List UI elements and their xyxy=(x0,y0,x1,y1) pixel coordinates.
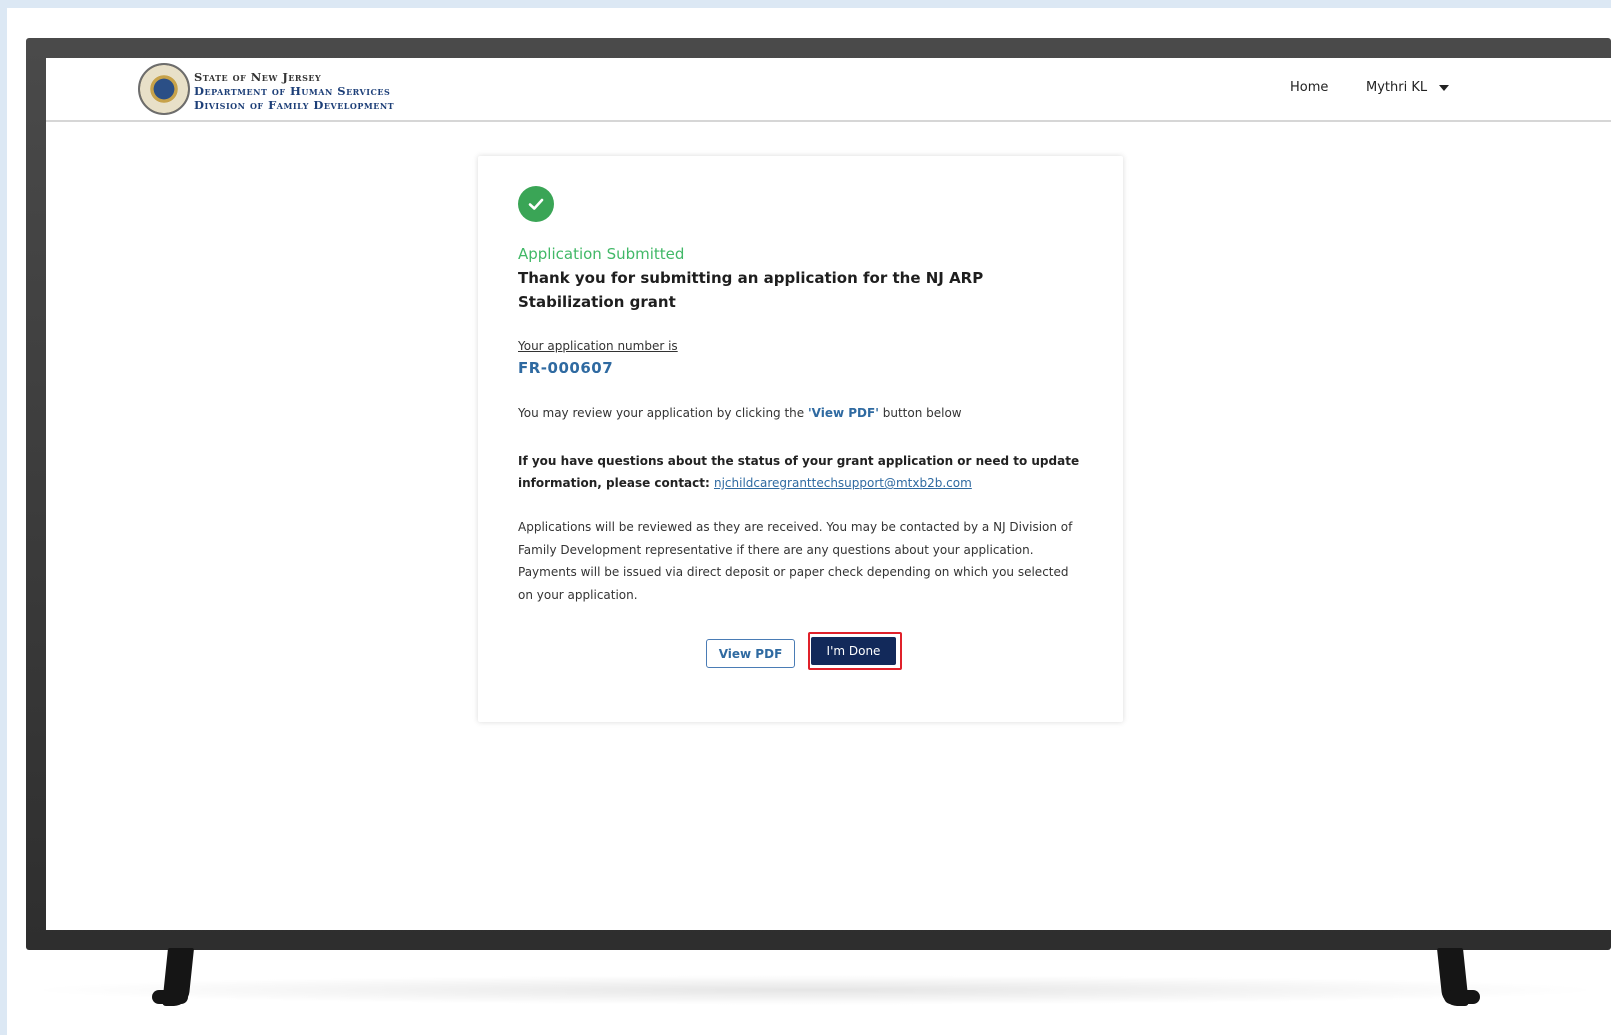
status-heading: Application Submitted xyxy=(518,245,685,263)
done-button[interactable]: I'm Done xyxy=(811,637,896,665)
org-line-division: Division of Family Development xyxy=(194,98,395,112)
thank-you-message: Thank you for submitting an application … xyxy=(518,269,984,311)
view-pdf-button[interactable]: View PDF xyxy=(706,639,795,668)
page-border-left xyxy=(0,0,7,1035)
review-view-pdf-reference: 'View PDF' xyxy=(808,406,879,420)
confirmation-card: Application Submitted Thank you for subm… xyxy=(478,156,1123,722)
page-border-top xyxy=(0,0,1611,8)
site-header: State of New Jersey Department of Human … xyxy=(46,58,1611,122)
application-number-label: Your application number is xyxy=(518,339,678,353)
org-line-department: Department of Human Services xyxy=(194,84,391,98)
application-number: FR-000607 xyxy=(518,359,614,377)
review-text-after: button below xyxy=(878,406,962,420)
contact-message: If you have questions about the status o… xyxy=(518,450,1098,494)
org-line-state: State of New Jersey xyxy=(194,70,322,84)
chevron-down-icon xyxy=(1439,84,1450,91)
monitor-foot-right xyxy=(1444,990,1480,1004)
monitor-foot-left xyxy=(152,990,188,1004)
support-email-link[interactable]: njchildcaregranttechsupport@mtxb2b.com xyxy=(714,476,972,490)
review-info-paragraph: Applications will be reviewed as they ar… xyxy=(518,520,1073,602)
check-circle-icon xyxy=(518,186,554,222)
nj-seal-icon xyxy=(138,63,190,115)
review-instructions: You may review your application by click… xyxy=(518,406,962,420)
org-name: State of New Jersey Department of Human … xyxy=(194,70,394,112)
user-name: Mythri KL xyxy=(1366,80,1428,95)
floor-shadow xyxy=(20,975,1610,1005)
review-text-before: You may review your application by click… xyxy=(518,406,808,420)
user-menu[interactable]: Mythri KL xyxy=(1366,80,1450,95)
nav-home-link[interactable]: Home xyxy=(1290,80,1328,95)
monitor-screen: State of New Jersey Department of Human … xyxy=(46,58,1611,930)
